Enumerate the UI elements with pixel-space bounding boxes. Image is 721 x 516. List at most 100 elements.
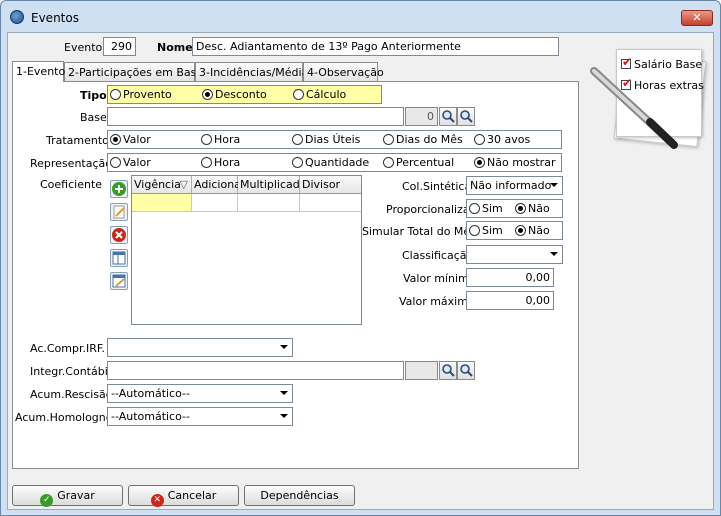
simular-radio-group: Sim Não [466,221,563,240]
grid-edit-icon [112,274,126,288]
search-icon [442,364,455,377]
radio-icon [383,157,394,168]
base-search-button-2[interactable] [457,107,475,126]
window-client-area: Evento 290 Nome Desc. Adiantamento de 13… [7,32,714,510]
grid-cell-adicional[interactable] [192,194,238,212]
coeficiente-grid[interactable]: Vigência ▽ Adicional Multiplicador Divis… [131,175,362,325]
tab-observacao[interactable]: 4-Observação [303,62,384,82]
evento-code-field[interactable]: 290 [103,37,136,56]
base-label: Base [80,111,107,124]
col-sintetica-select[interactable]: Não informado [466,176,563,195]
radio-selected-icon [474,157,485,168]
grid-header-divisor[interactable]: Divisor [300,176,361,194]
close-button[interactable]: ✕ [681,10,713,26]
tratamento-option-dias-uteis[interactable]: Dias Úteis [292,133,360,146]
grid-cell-vigencia[interactable] [132,194,192,212]
acum-rescisao-label: Acum.Rescisão [30,388,113,401]
tratamento-option-30-avos[interactable]: 30 avos [474,133,530,146]
tratamento-option-dias-mes[interactable]: Dias do Mês [383,133,463,146]
representacao-radio-group: Valor Hora Quantidade Percentual Não mos… [107,153,562,172]
window-title: Eventos [31,11,79,25]
evento-label: Evento [64,41,103,54]
chevron-down-icon [280,391,288,395]
acum-rescisao-select[interactable]: --Automático-- [107,384,293,403]
notes-illustration: Salário Base Horas extras [590,47,714,165]
radio-selected-icon [110,134,121,145]
radio-icon [293,89,304,100]
cancel-icon: ✕ [150,494,164,507]
eventos-window: Eventos ✕ Evento 290 Nome Desc. Adiantam… [0,0,721,516]
integr-contabil-code-field[interactable] [405,361,438,380]
radio-icon [292,134,303,145]
grid-view-button[interactable] [110,249,128,267]
radio-icon [110,157,121,168]
delete-coeficiente-button[interactable] [110,226,128,244]
nome-field[interactable]: Desc. Adiantamento de 13º Pago Anteriorm… [192,37,559,56]
add-coeficiente-button[interactable] [110,180,128,198]
simular-label: Simular Total do Mês [362,225,476,238]
app-icon [10,10,24,24]
radio-icon [201,157,212,168]
radio-icon [110,89,121,100]
valor-maximo-field[interactable]: 0,00 [466,291,554,310]
valor-minimo-field[interactable]: 0,00 [466,268,554,287]
representacao-option-quantidade[interactable]: Quantidade [292,156,369,169]
base-code-field[interactable]: 0 [405,107,438,126]
base-field[interactable] [107,107,404,126]
tratamento-option-valor[interactable]: Valor [110,133,151,146]
proporcionalizar-label: Proporcionalizar [386,203,475,216]
ac-compr-irf-label: Ac.Compr.IRF. [30,342,105,355]
radio-icon [469,203,480,214]
acum-homolognet-label: Acum.Homolognet [15,411,117,424]
tab-evento[interactable]: 1-Evento [12,61,65,82]
cancel-button[interactable]: ✕ Cancelar [128,485,239,507]
search-icon [442,110,455,123]
sort-icon: ▽ [179,178,188,191]
tipo-option-calculo[interactable]: Cálculo [293,88,346,101]
tratamento-option-hora[interactable]: Hora [201,133,240,146]
chevron-down-icon [280,414,288,418]
representacao-label: Representação [30,157,112,170]
radio-icon [474,134,485,145]
chevron-down-icon [550,183,558,187]
tipo-label: Tipo [80,89,107,102]
representacao-option-valor[interactable]: Valor [110,156,151,169]
chevron-down-icon [280,345,288,349]
tab-participacoes[interactable]: 2-Participações em Bases [64,62,209,82]
integr-contabil-label: Integr.Contábil [30,365,111,378]
grid-header-vigencia[interactable]: Vigência ▽ [132,176,192,194]
dependencies-button[interactable]: Dependências [244,485,355,506]
tipo-option-provento[interactable]: Provento [110,88,172,101]
grid-header-multiplicador[interactable]: Multiplicador [238,176,311,194]
radio-icon [292,157,303,168]
add-icon [112,182,126,196]
edit-coeficiente-button[interactable] [110,203,128,221]
pen-icon [590,67,678,149]
simular-option-nao[interactable]: Não [515,224,550,237]
representacao-option-hora[interactable]: Hora [201,156,240,169]
tab-incidencias[interactable]: 3-Incidências/Médias [195,62,314,82]
valor-minimo-label: Valor mínimo [403,272,476,285]
radio-selected-icon [515,203,526,214]
save-button[interactable]: ✓ Gravar [12,485,123,507]
tratamento-label: Tratamento [46,134,109,147]
base-search-button[interactable] [439,107,457,126]
simular-option-sim[interactable]: Sim [469,224,503,237]
proporcionalizar-option-nao[interactable]: Não [515,202,550,215]
valor-maximo-label: Valor máximo [399,295,475,308]
title-bar[interactable]: Eventos ✕ [1,1,720,31]
classificacao-select[interactable] [466,245,563,264]
proporcionalizar-option-sim[interactable]: Sim [469,202,503,215]
integr-search-button-2[interactable] [457,361,475,380]
grid-edit-button[interactable] [110,272,128,290]
integr-contabil-field[interactable] [107,361,404,380]
grid-cell-multiplicador[interactable] [238,194,300,212]
integr-search-button[interactable] [439,361,457,380]
grid-header-adicional[interactable]: Adicional [192,176,244,194]
ac-compr-irf-select[interactable] [107,338,293,357]
tipo-option-desconto[interactable]: Desconto [202,88,267,101]
grid-cell-divisor[interactable] [300,194,361,212]
representacao-option-percentual[interactable]: Percentual [383,156,454,169]
representacao-option-nao-mostrar[interactable]: Não mostrar [474,156,555,169]
acum-homolognet-select[interactable]: --Automático-- [107,407,293,426]
